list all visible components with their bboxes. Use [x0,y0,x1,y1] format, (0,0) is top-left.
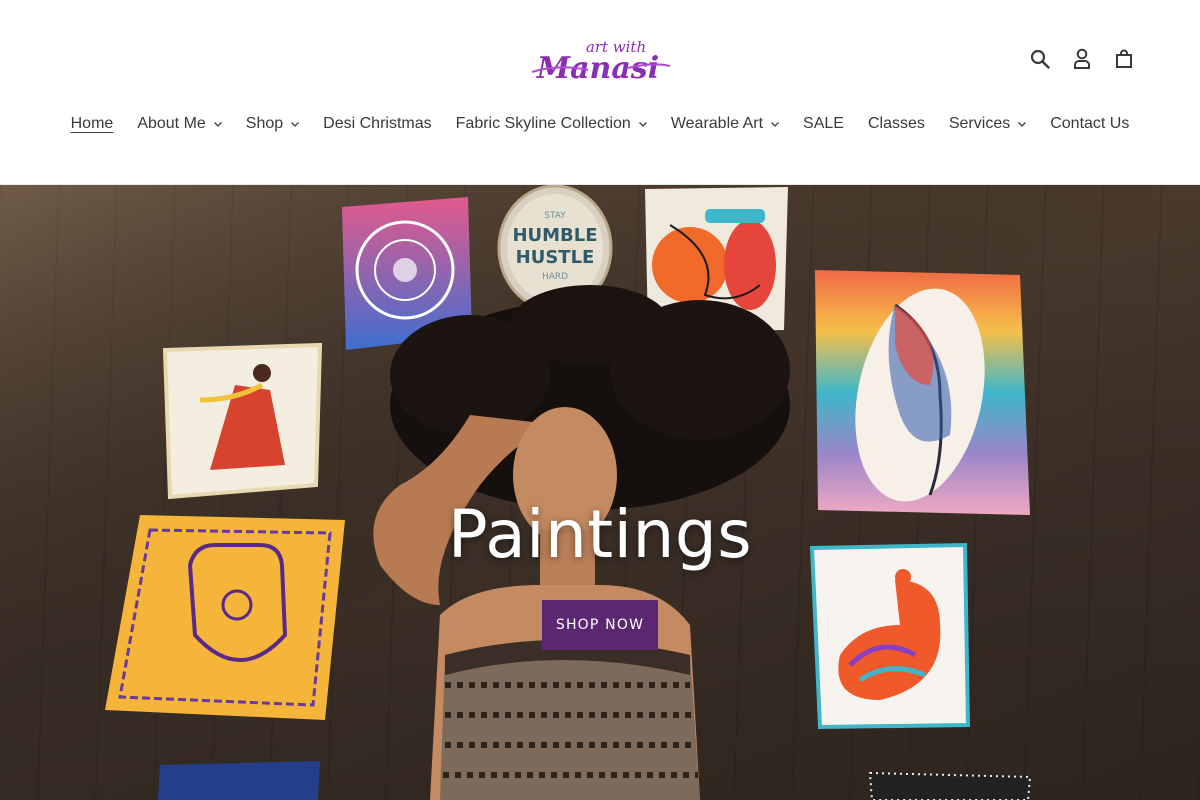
nav-item-label: Contact Us [1050,115,1130,132]
nav-item-label: About Me [137,115,206,132]
nav-item-label: Services [948,115,1011,132]
chevron-down-icon [638,122,647,127]
hero-content: Paintings SHOP NOW [0,495,1200,650]
nav-item-sale[interactable]: SALE [803,112,844,136]
painting-feather [815,270,1030,515]
chevron-down-icon [1018,122,1027,127]
nav-item-contact-us[interactable]: Contact Us [1050,112,1129,136]
shop-now-button[interactable]: SHOP NOW [542,600,658,650]
cart-icon[interactable] [1112,47,1136,71]
nav-item-label: Desi Christmas [323,115,432,132]
nav-item-home[interactable]: Home [71,112,114,136]
chevron-down-icon [213,122,222,127]
hero-banner: STAY HUMBLE HUSTLE HARD Paintings SHOP N… [0,185,1200,800]
brand-logo[interactable]: art with Manasi [528,34,673,86]
hero-image: STAY HUMBLE HUSTLE HARD [0,185,1200,800]
main-nav: Home About Me Shop Desi Christmas Fabric Sky… [0,112,1200,136]
nav-item-desi-christmas[interactable]: Desi Christmas [323,112,431,136]
painting-blue [158,761,320,800]
nav-item-label: Wearable Art [670,115,764,132]
nav-item-classes[interactable]: Classes [868,112,925,136]
svg-text:STAY: STAY [544,211,566,221]
svg-text:HARD: HARD [542,272,568,282]
painting-dancer [162,342,323,500]
nav-item-services[interactable]: Services [948,112,1027,136]
chevron-down-icon [291,122,300,127]
svg-text:HUSTLE: HUSTLE [516,247,595,268]
nav-item-label: SALE [803,115,844,132]
nav-item-label: Fabric Skyline Collection [455,115,631,132]
header-icons [1028,47,1136,71]
logo-mark: art with Manasi [531,38,671,86]
chevron-down-icon [771,122,779,127]
hero-title: Paintings [447,496,753,573]
nav-item-label: Shop [245,115,284,132]
search-icon[interactable] [1028,47,1052,71]
nav-item-wearable-art[interactable]: Wearable Art [671,112,779,136]
nav-item-label: Home [70,115,114,132]
account-icon[interactable] [1070,47,1094,71]
nav-item-label: Classes [867,115,925,132]
site-header: art with Manasi Home About Me Shop Desi Chr… [0,0,1200,185]
svg-text:HUMBLE: HUMBLE [512,225,597,246]
nav-item-fabric-skyline-collection[interactable]: Fabric Skyline Collection [456,112,647,136]
painting-dark [868,771,1032,800]
nav-item-shop[interactable]: Shop [245,112,300,136]
nav-item-about-me[interactable]: About Me [137,112,222,136]
